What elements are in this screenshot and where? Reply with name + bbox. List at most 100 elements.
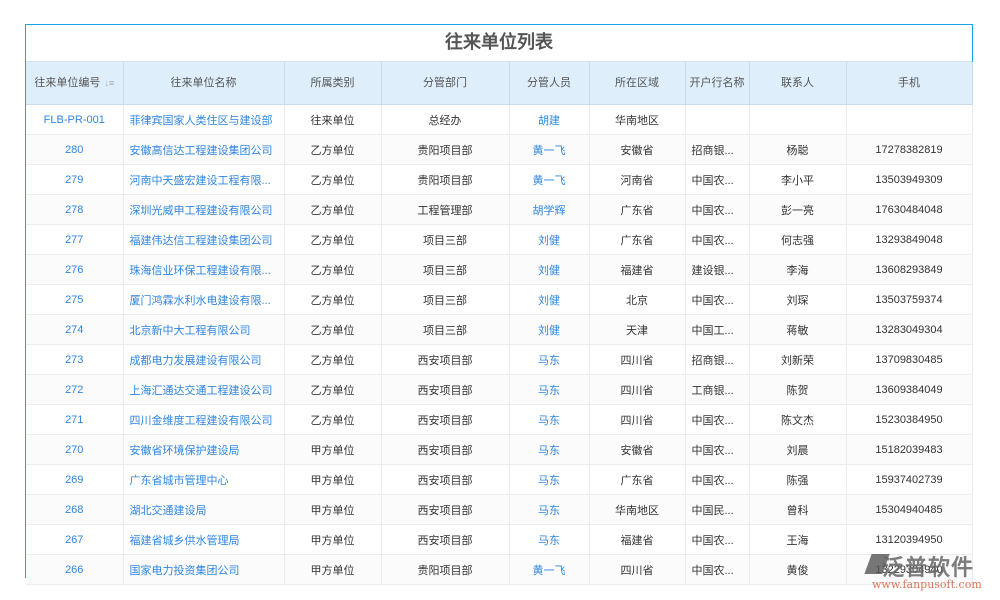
- cell-name[interactable]: 厦门鸿霖水利水电建设有限...: [123, 285, 284, 315]
- cell-code[interactable]: 279: [26, 165, 123, 195]
- cell-phone: 13293849048: [846, 225, 972, 255]
- cell-name[interactable]: 深圳光威申工程建设有限公司: [123, 195, 284, 225]
- column-header-contact[interactable]: 联系人: [749, 62, 846, 105]
- cell-name[interactable]: 河南中天盛宏建设工程有限...: [123, 165, 284, 195]
- table-row[interactable]: 271四川金维度工程建设有限公司乙方单位西安项目部马东四川省中国农...陈文杰1…: [26, 405, 972, 435]
- cell-name[interactable]: 湖北交通建设局: [123, 495, 284, 525]
- cell-contact: 陈文杰: [749, 405, 846, 435]
- column-header-category[interactable]: 所属类别: [284, 62, 381, 105]
- cell-region: 河南省: [589, 165, 685, 195]
- cell-manager[interactable]: 胡建: [509, 105, 589, 135]
- cell-name[interactable]: 北京新中大工程有限公司: [123, 315, 284, 345]
- cell-phone: 13609384049: [846, 375, 972, 405]
- table-row[interactable]: 273成都电力发展建设有限公司乙方单位西安项目部马东四川省招商银...刘新荣13…: [26, 345, 972, 375]
- cell-contact: 陈强: [749, 465, 846, 495]
- cell-code[interactable]: 275: [26, 285, 123, 315]
- cell-region: 安徽省: [589, 135, 685, 165]
- cell-bank: 中国农...: [685, 195, 749, 225]
- cell-manager[interactable]: 马东: [509, 495, 589, 525]
- table-row[interactable]: 277福建伟达信工程建设集团公司乙方单位项目三部刘健广东省中国农...何志强13…: [26, 225, 972, 255]
- cell-phone: 17630484048: [846, 195, 972, 225]
- cell-code[interactable]: 274: [26, 315, 123, 345]
- cell-manager[interactable]: 黄一飞: [509, 135, 589, 165]
- cell-phone: 15304940485: [846, 495, 972, 525]
- table-row[interactable]: 269广东省城市管理中心甲方单位西安项目部马东广东省中国农...陈强159374…: [26, 465, 972, 495]
- table-row[interactable]: 280安徽高信达工程建设集团公司乙方单位贵阳项目部黄一飞安徽省招商银...杨聪1…: [26, 135, 972, 165]
- cell-name[interactable]: 上海汇通达交通工程建设公司: [123, 375, 284, 405]
- cell-name[interactable]: 广东省城市管理中心: [123, 465, 284, 495]
- column-header-label: 往来单位编号: [34, 77, 100, 89]
- cell-code[interactable]: 280: [26, 135, 123, 165]
- cell-manager[interactable]: 胡学辉: [509, 195, 589, 225]
- cell-code[interactable]: 266: [26, 555, 123, 585]
- table-row[interactable]: 274北京新中大工程有限公司乙方单位项目三部刘健天津中国工...蒋敏132830…: [26, 315, 972, 345]
- table-row[interactable]: 272上海汇通达交通工程建设公司乙方单位西安项目部马东四川省工商银...陈贺13…: [26, 375, 972, 405]
- cell-name[interactable]: 菲律宾国家人类住区与建设部: [123, 105, 284, 135]
- page-title: 往来单位列表: [26, 25, 972, 62]
- cell-manager[interactable]: 马东: [509, 375, 589, 405]
- cell-name[interactable]: 四川金维度工程建设有限公司: [123, 405, 284, 435]
- cell-contact: 刘新荣: [749, 345, 846, 375]
- cell-manager[interactable]: 马东: [509, 435, 589, 465]
- table-row[interactable]: 275厦门鸿霖水利水电建设有限...乙方单位项目三部刘健北京中国农...刘琛13…: [26, 285, 972, 315]
- cell-contact: 彭一亮: [749, 195, 846, 225]
- table-row[interactable]: 268湖北交通建设局甲方单位西安项目部马东华南地区中国民...曾科1530494…: [26, 495, 972, 525]
- table-row[interactable]: 279河南中天盛宏建设工程有限...乙方单位贵阳项目部黄一飞河南省中国农...李…: [26, 165, 972, 195]
- table-row[interactable]: 270安徽省环境保护建设局甲方单位西安项目部马东安徽省中国农...刘晨15182…: [26, 435, 972, 465]
- column-header-code[interactable]: 往来单位编号 ↓≡: [26, 62, 123, 105]
- cell-department: 项目三部: [381, 225, 509, 255]
- cell-code[interactable]: 267: [26, 525, 123, 555]
- table-row[interactable]: 266国家电力投资集团公司甲方单位贵阳项目部黄一飞四川省中国农...黄俊1322…: [26, 555, 972, 585]
- column-header-name[interactable]: 往来单位名称: [123, 62, 284, 105]
- column-header-manager[interactable]: 分管人员: [509, 62, 589, 105]
- cell-manager[interactable]: 刘健: [509, 225, 589, 255]
- cell-code[interactable]: 278: [26, 195, 123, 225]
- cell-contact: 何志强: [749, 225, 846, 255]
- table-row[interactable]: FLB-PR-001菲律宾国家人类住区与建设部往来单位总经办胡建华南地区: [26, 105, 972, 135]
- cell-manager[interactable]: 马东: [509, 405, 589, 435]
- table-row[interactable]: 267福建省城乡供水管理局甲方单位西安项目部马东福建省中国农...王海13120…: [26, 525, 972, 555]
- cell-region: 福建省: [589, 525, 685, 555]
- cell-department: 西安项目部: [381, 435, 509, 465]
- cell-manager[interactable]: 马东: [509, 465, 589, 495]
- cell-manager[interactable]: 刘健: [509, 255, 589, 285]
- column-header-label: 所在区域: [615, 77, 659, 89]
- cell-code[interactable]: 272: [26, 375, 123, 405]
- cell-manager[interactable]: 马东: [509, 345, 589, 375]
- cell-name[interactable]: 珠海信业环保工程建设有限...: [123, 255, 284, 285]
- table-row[interactable]: 278深圳光威申工程建设有限公司乙方单位工程管理部胡学辉广东省中国农...彭一亮…: [26, 195, 972, 225]
- cell-phone: 15182039483: [846, 435, 972, 465]
- cell-name[interactable]: 国家电力投资集团公司: [123, 555, 284, 585]
- cell-phone: 13503759374: [846, 285, 972, 315]
- cell-code[interactable]: 276: [26, 255, 123, 285]
- column-header-label: 分管人员: [527, 77, 571, 89]
- column-header-region[interactable]: 所在区域: [589, 62, 685, 105]
- cell-manager[interactable]: 刘健: [509, 285, 589, 315]
- column-header-bank[interactable]: 开户行名称: [685, 62, 749, 105]
- cell-name[interactable]: 成都电力发展建设有限公司: [123, 345, 284, 375]
- cell-department: 贵阳项目部: [381, 135, 509, 165]
- cell-code[interactable]: 273: [26, 345, 123, 375]
- cell-phone: 15230384950: [846, 405, 972, 435]
- table-row[interactable]: 276珠海信业环保工程建设有限...乙方单位项目三部刘健福建省建设银...李海1…: [26, 255, 972, 285]
- cell-code[interactable]: 268: [26, 495, 123, 525]
- cell-category: 甲方单位: [284, 465, 381, 495]
- cell-category: 乙方单位: [284, 285, 381, 315]
- cell-code[interactable]: 270: [26, 435, 123, 465]
- cell-code[interactable]: 277: [26, 225, 123, 255]
- cell-contact: 李小平: [749, 165, 846, 195]
- column-header-phone[interactable]: 手机: [846, 62, 972, 105]
- cell-code[interactable]: FLB-PR-001: [26, 105, 123, 135]
- cell-manager[interactable]: 黄一飞: [509, 165, 589, 195]
- cell-name[interactable]: 福建伟达信工程建设集团公司: [123, 225, 284, 255]
- column-header-department[interactable]: 分管部门: [381, 62, 509, 105]
- cell-code[interactable]: 269: [26, 465, 123, 495]
- cell-name[interactable]: 安徽省环境保护建设局: [123, 435, 284, 465]
- cell-manager[interactable]: 刘健: [509, 315, 589, 345]
- cell-manager[interactable]: 马东: [509, 525, 589, 555]
- cell-name[interactable]: 福建省城乡供水管理局: [123, 525, 284, 555]
- cell-code[interactable]: 271: [26, 405, 123, 435]
- sort-icon[interactable]: ↓≡: [104, 78, 114, 88]
- cell-name[interactable]: 安徽高信达工程建设集团公司: [123, 135, 284, 165]
- cell-manager[interactable]: 黄一飞: [509, 555, 589, 585]
